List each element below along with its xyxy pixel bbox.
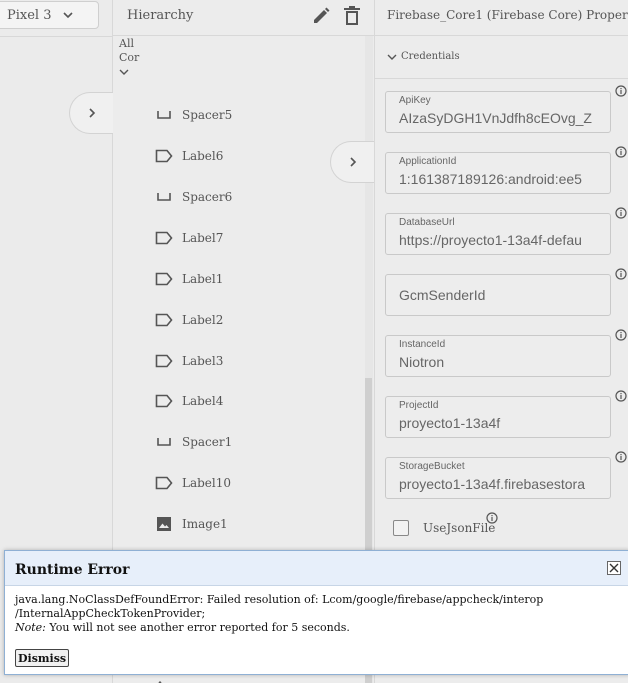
all-components-label-1: All [119,37,134,50]
usejsonfile-label: UseJsonFile [423,521,496,535]
tree-item-spacer1[interactable]: Spacer1 [155,431,232,453]
info-icon[interactable] [615,268,627,280]
chevron-down-icon [62,12,73,19]
tree-item-spacer5[interactable]: Spacer5 [155,104,232,126]
note-label: Note: [15,621,46,634]
error-message-line-2: /InternalAppCheckTokenProvider; [15,607,206,620]
tree-item-image1[interactable]: Image1 [155,513,228,535]
image-icon [155,516,173,532]
properties-title: Firebase_Core1 (Firebase Core) Propertie… [387,8,628,22]
device-select-value: Pixel 3 [7,7,52,23]
error-message-line-1: java.lang.NoClassDefFoundError: Failed r… [15,593,544,606]
info-icon[interactable] [615,207,627,219]
viewer-toggle-button[interactable] [69,92,113,134]
tree-item-label: Label10 [182,476,232,490]
dialog-title: Runtime Error [15,562,130,578]
field-label: ApplicationId [399,156,457,167]
close-button[interactable] [607,561,621,575]
label-icon [155,148,173,164]
spacer-icon [155,189,173,205]
tree-item-label: Label4 [182,394,224,408]
trash-icon[interactable] [343,6,361,26]
tree-item-label1[interactable]: Label1 [155,268,223,290]
pencil-icon[interactable] [311,6,331,26]
apikey-field[interactable]: ApiKey AIzaSyDGH1VnJdfh8cEOvg_Z [385,91,611,133]
label-icon [155,271,173,287]
tree-item-label4[interactable]: Label4 [155,390,223,412]
tree-item-label7[interactable]: Label7 [155,227,223,249]
tree-item-label2[interactable]: Label2 [155,309,223,331]
chevron-down-icon [387,54,397,60]
error-note: Note: You will not see another error rep… [15,621,615,635]
info-icon[interactable] [615,146,627,158]
properties-header: Firebase_Core1 (Firebase Core) Propertie… [375,0,628,36]
storagebucket-field[interactable]: StorageBucket proyecto1-13a4f.firebasest… [385,457,611,499]
note-text: You will not see another error reported … [45,621,350,634]
applicationid-field[interactable]: ApplicationId 1:161387189126:android:ee5 [385,152,611,194]
field-label: ApiKey [399,95,431,106]
tree-item-label: Label3 [182,354,224,368]
field-value: proyecto1-13a4f [399,415,501,431]
usejsonfile-checkbox[interactable] [393,520,409,536]
chevron-right-icon [349,157,356,167]
label-icon [155,353,173,369]
runtime-error-dialog: Runtime Error java.lang.NoClassDefFoundE… [4,550,628,675]
field-value: Niotron [399,354,445,370]
tree-item-label: Spacer5 [182,108,233,122]
field-value: AIzaSyDGH1VnJdfh8cEOvg_Z [399,110,592,126]
hierarchy-title: Hierarchy [127,8,194,23]
tree-item-label: Label2 [182,313,224,327]
all-components-toggle[interactable]: All Cor [119,37,139,77]
section-label: Credentials [401,51,460,62]
partial-tree-item-icon [155,677,165,683]
usejsonfile-row: UseJsonFile [393,520,495,536]
all-components-label-2: Cor [119,51,140,64]
label-icon [155,312,173,328]
spacer-icon [155,107,173,123]
dismiss-button[interactable]: Dismiss [15,649,70,667]
device-select[interactable]: Pixel 3 [0,1,99,29]
hierarchy-header: Hierarchy [113,0,374,36]
label-icon [155,393,173,409]
gcmsenderid-field[interactable]: GcmSenderId [385,274,611,316]
field-placeholder: GcmSenderId [399,287,486,303]
info-icon[interactable] [486,512,498,524]
field-label: InstanceId [399,339,446,350]
field-value: 1:161387189126:android:ee5 [399,171,582,187]
field-value: proyecto1-13a4f.firebasestora [399,476,585,492]
tree-item-label: Spacer1 [182,435,233,449]
tree-item-label10[interactable]: Label10 [155,472,231,494]
tree-item-spacer6[interactable]: Spacer6 [155,186,232,208]
chevron-right-icon [88,108,95,118]
info-icon[interactable] [615,85,627,97]
viewer-divider [0,36,113,37]
spacer-icon [155,434,173,450]
dialog-message: java.lang.NoClassDefFoundError: Failed r… [15,593,615,635]
field-label: DatabaseUrl [399,217,455,228]
databaseurl-field[interactable]: DatabaseUrl https://proyecto1-13a4f-defa… [385,213,611,255]
hierarchy-toggle-button[interactable] [330,141,374,183]
label-icon [155,475,173,491]
tree-item-label: Spacer6 [182,190,233,204]
label-icon [155,230,173,246]
close-icon [609,563,619,573]
tree-item-label3[interactable]: Label3 [155,350,223,372]
section-credentials[interactable]: Credentials [375,37,628,79]
info-icon[interactable] [615,390,627,402]
dialog-header: Runtime Error [5,551,628,586]
tree-item-label: Image1 [182,517,228,531]
designer-root: Pixel 3 Hierarchy All Cor Spacer5 Label6 [0,0,628,683]
instanceid-field[interactable]: InstanceId Niotron [385,335,611,377]
projectid-field[interactable]: ProjectId proyecto1-13a4f [385,396,611,438]
info-icon[interactable] [615,329,627,341]
tree-item-label6[interactable]: Label6 [155,145,223,167]
tree-item-label: Label6 [182,149,224,163]
chevron-down-icon [119,69,129,75]
tree-item-label: Label7 [182,231,224,245]
tree-item-label: Label1 [182,272,224,286]
field-label: ProjectId [399,400,439,411]
field-value: https://proyecto1-13a4f-defau [399,232,582,248]
field-label: StorageBucket [399,461,465,472]
info-icon[interactable] [615,451,627,463]
